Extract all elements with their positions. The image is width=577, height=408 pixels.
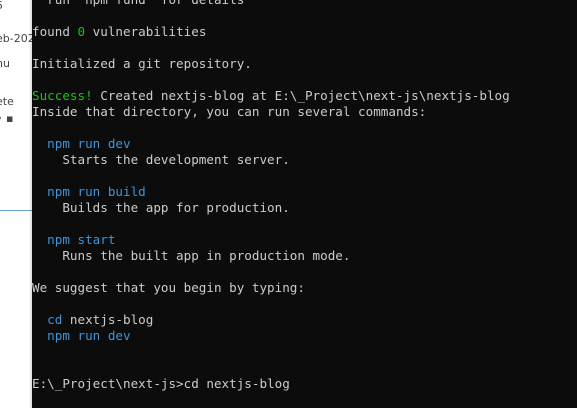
terminal-text-segment: npm run build (32, 184, 146, 199)
terminal-line: npm start (32, 232, 577, 248)
terminal-text-segment: found (32, 24, 78, 39)
background-window-divider (0, 210, 32, 211)
terminal-line: We suggest that you begin by typing: (32, 280, 577, 296)
terminal-line: Initialized a git repository. (32, 56, 577, 72)
terminal-text-segment: Builds the app for production. (32, 200, 290, 215)
terminal-output: run `npm fund` for details found 0 vulner… (32, 0, 577, 392)
background-text-fragment: 5 (0, 0, 3, 12)
terminal-line: Success! Created nextjs-blog at E:\_Proj… (32, 88, 577, 104)
terminal-text-segment: Starts the development server. (32, 152, 290, 167)
terminal-line: E:\_Project\next-js>cd nextjs-blog (32, 376, 577, 392)
terminal-text-segment: Runs the built app in production mode. (32, 248, 351, 263)
terminal-line: run `npm fund` for details (32, 0, 577, 8)
terminal-line: cd nextjs-blog (32, 312, 577, 328)
background-text-fragment: ete (0, 95, 14, 108)
terminal-text-segment: We suggest that you begin by typing: (32, 280, 305, 295)
terminal-line: npm run dev (32, 136, 577, 152)
terminal-text-segment: E:\_Project\next-js>cd nextjs-blog (32, 376, 290, 391)
terminal-text-segment: Created nextjs-blog at E:\_Project\next-… (92, 88, 510, 103)
terminal-line: Runs the built app in production mode. (32, 248, 577, 264)
terminal-line: Inside that directory, you can run sever… (32, 104, 577, 120)
background-text-fragment: eb-202 (0, 32, 32, 45)
terminal-text-segment: npm run dev (32, 328, 131, 343)
background-text-fragment: • ▪ (0, 112, 14, 125)
background-window: 5 eb-202 nu ete • ▪ (0, 0, 32, 408)
background-text-fragment: nu (0, 57, 10, 70)
terminal-text-segment: npm start (32, 232, 116, 247)
terminal-text-segment: cd (32, 312, 63, 327)
terminal-line: npm run build (32, 184, 577, 200)
terminal-text-segment: Initialized a git repository. (32, 56, 252, 71)
terminal-line: found 0 vulnerabilities (32, 24, 577, 40)
terminal-text-segment: vulnerabilities (85, 24, 207, 39)
terminal-text-segment: Inside that directory, you can run sever… (32, 104, 427, 119)
terminal-window[interactable]: run `npm fund` for details found 0 vulner… (32, 0, 577, 408)
terminal-text-segment: Success! (32, 88, 93, 103)
terminal-text-segment: npm run dev (32, 136, 131, 151)
terminal-text-segment: run `npm fund` for details (32, 0, 244, 7)
terminal-line: Starts the development server. (32, 152, 577, 168)
terminal-text-segment: 0 (77, 24, 86, 39)
terminal-line: npm run dev (32, 328, 577, 344)
terminal-text-segment: nextjs-blog (62, 312, 154, 327)
terminal-line: Builds the app for production. (32, 200, 577, 216)
